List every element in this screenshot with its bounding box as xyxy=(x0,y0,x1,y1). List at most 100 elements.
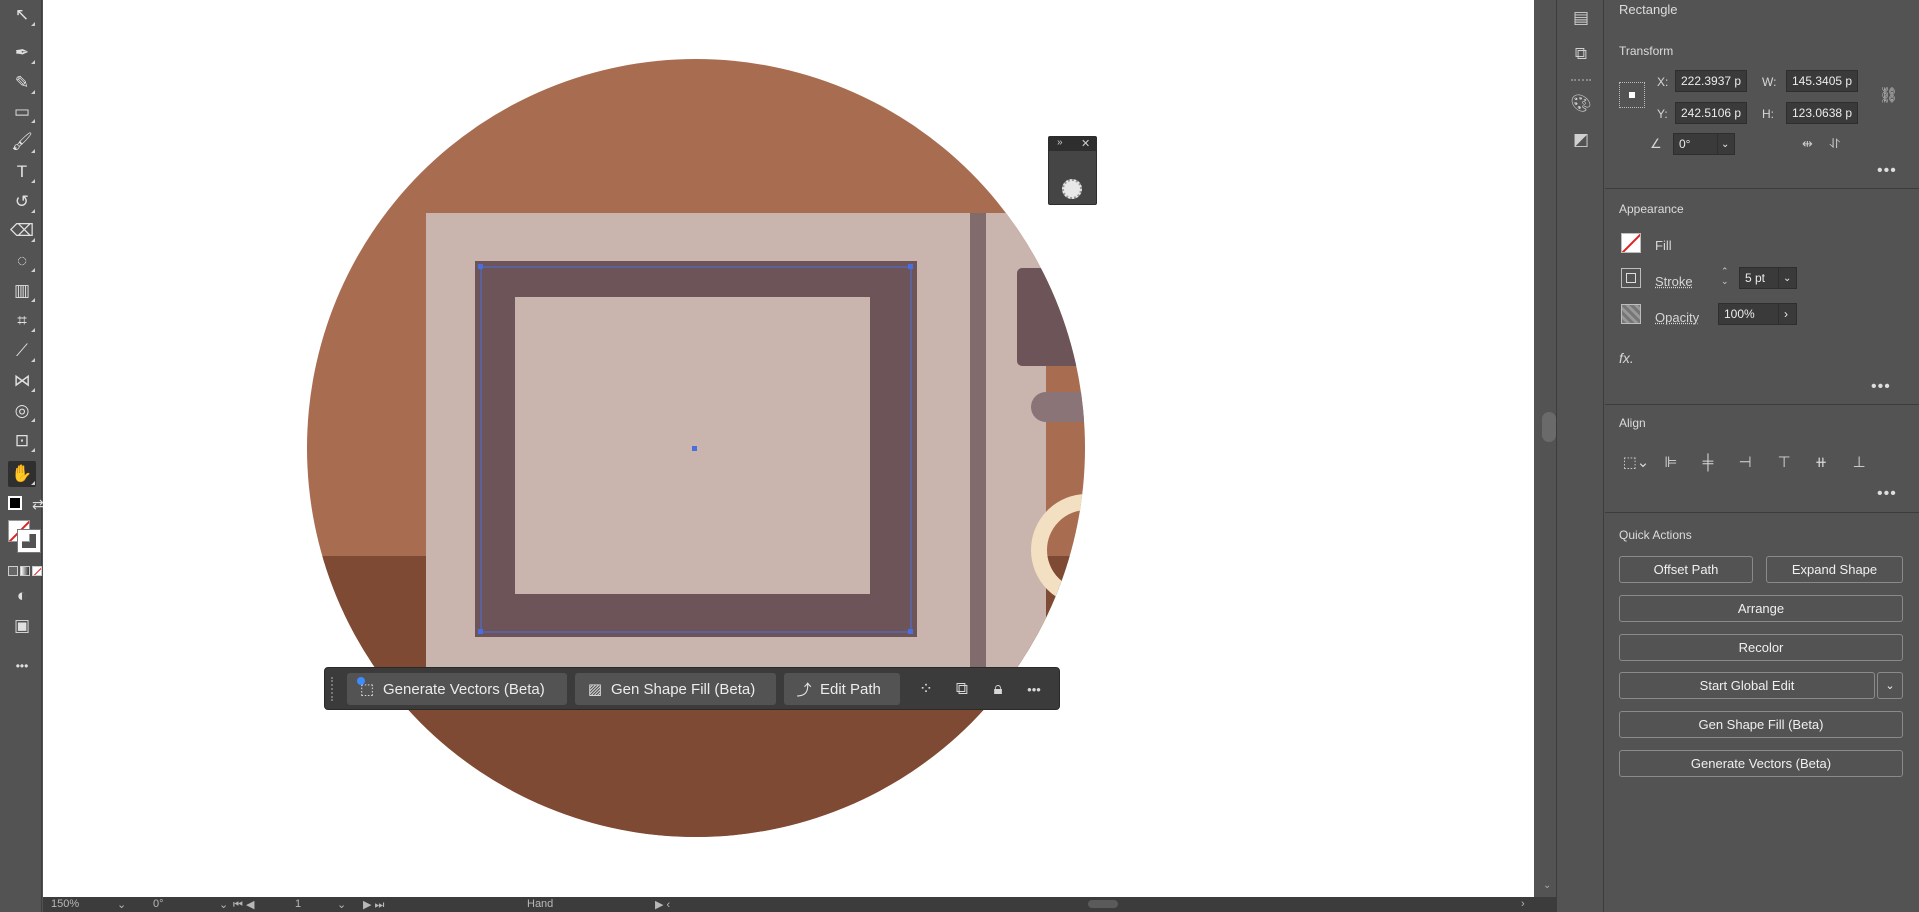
align-bottom-icon[interactable]: ⊥ xyxy=(1847,450,1871,474)
scroll-right-icon[interactable]: › xyxy=(1521,898,1525,910)
rotation-dropdown-icon[interactable]: ⌄ xyxy=(219,898,228,911)
horizontal-scroll-thumb[interactable] xyxy=(1088,900,1118,908)
align-more-icon[interactable]: ••• xyxy=(1877,485,1897,503)
generate-vectors-button[interactable]: ⬚ Generate Vectors (Beta) xyxy=(347,673,567,705)
duplicate-icon[interactable]: ⧉ xyxy=(949,676,975,702)
effects-label[interactable]: fx. xyxy=(1619,350,1634,366)
eyedropper-icon[interactable]: ⟋ xyxy=(8,338,36,364)
eraser-icon[interactable]: ⌫ xyxy=(8,218,36,244)
draw-mode-icon[interactable]: ◐ xyxy=(8,583,36,609)
y-field[interactable]: 242.5106 p xyxy=(1675,102,1747,124)
object-type-title: Rectangle xyxy=(1619,2,1678,17)
angle-dropdown-icon[interactable]: ⌄ xyxy=(1717,133,1735,155)
stroke-label[interactable]: Stroke xyxy=(1655,274,1693,289)
reference-point-icon[interactable] xyxy=(1619,82,1645,108)
swap-colors-icon[interactable]: ⇄ xyxy=(32,496,44,513)
generate-vectors-panel-button[interactable]: Generate Vectors (Beta) xyxy=(1619,750,1903,777)
edit-toolbar-button[interactable]: ••• xyxy=(8,653,36,679)
zoom-level[interactable]: 150% xyxy=(51,898,79,910)
slot-shape xyxy=(1031,392,1085,422)
canvas-area[interactable]: ⬚ Generate Vectors (Beta) ▨ Gen Shape Fi… xyxy=(43,0,1566,897)
start-global-edit-button[interactable]: Start Global Edit xyxy=(1619,672,1875,699)
align-right-icon[interactable]: ⊣ xyxy=(1733,450,1757,474)
vertical-scroll-thumb[interactable] xyxy=(1542,412,1556,442)
quick-actions-title: Quick Actions xyxy=(1619,528,1692,542)
color-mode-icon[interactable] xyxy=(8,566,18,576)
flip-vertical-icon[interactable]: ⥯ xyxy=(1830,136,1840,152)
pen-icon[interactable]: ✒ xyxy=(8,40,36,66)
stroke-swatch-panel[interactable] xyxy=(1621,268,1641,288)
paintbrush-icon[interactable]: 🖌 xyxy=(8,129,36,155)
edit-path-button[interactable]: ⤴ Edit Path xyxy=(784,673,900,705)
artboard-number[interactable]: 1 xyxy=(295,898,301,910)
artboard-next-icon[interactable]: ▶ ⏭ xyxy=(363,898,384,912)
constrain-proportions-icon[interactable]: ⛓ xyxy=(1879,86,1898,104)
expand-shape-button[interactable]: Expand Shape xyxy=(1766,556,1903,583)
stroke-dropdown-icon[interactable]: ⌄ xyxy=(1778,267,1797,289)
recolor-button[interactable]: Recolor xyxy=(1619,634,1903,661)
opacity-expand-icon[interactable]: › xyxy=(1778,303,1797,325)
arrange-button[interactable]: Arrange xyxy=(1619,595,1903,622)
rotation-value[interactable]: 0° xyxy=(153,898,164,910)
align-horizontal-center-icon[interactable]: ╪ xyxy=(1696,450,1720,474)
expand-panel-icon[interactable]: » xyxy=(1057,137,1063,148)
fill-swatch-panel[interactable] xyxy=(1621,233,1641,253)
appearance-more-icon[interactable]: ••• xyxy=(1871,378,1891,396)
artboard-nav-icon[interactable]: ⏮ ◀ xyxy=(233,898,254,912)
edit-path-label: Edit Path xyxy=(820,680,881,698)
align-to-selection-icon[interactable]: ⬚⌄ xyxy=(1619,450,1653,474)
more-options-icon[interactable]: ••• xyxy=(1021,676,1047,702)
w-field[interactable]: 145.3405 p xyxy=(1786,70,1858,92)
default-colors-icon[interactable] xyxy=(8,496,22,510)
drag-handle[interactable] xyxy=(331,677,335,701)
mesh-icon[interactable]: ⌗ xyxy=(8,308,36,334)
shape-builder-icon[interactable]: ◎ xyxy=(8,398,36,424)
hand-icon[interactable]: ✋ xyxy=(8,461,36,487)
screen-mode-icon[interactable]: ▣ xyxy=(8,613,36,639)
divider-bar xyxy=(970,213,986,683)
rectangle-icon[interactable]: ▭ xyxy=(8,99,36,125)
artboard[interactable]: ⬚ Generate Vectors (Beta) ▨ Gen Shape Fi… xyxy=(43,0,1534,897)
blend-icon[interactable]: ⋈ xyxy=(8,368,36,394)
curvature-icon[interactable]: ✎ xyxy=(8,70,36,96)
lock-icon[interactable]: 🔒︎ xyxy=(985,676,1011,702)
type-icon[interactable]: T xyxy=(8,159,36,185)
artwork[interactable] xyxy=(43,0,1534,897)
status-bar: 150% ⌄ 0° ⌄ ⏮ ◀ 1 ⌄ ▶ ⏭ Hand ▶ ‹ › xyxy=(43,897,1566,912)
none-mode-icon[interactable] xyxy=(32,566,42,576)
direct-selection-icon[interactable]: ↖ xyxy=(8,2,36,28)
fill-label[interactable]: Fill xyxy=(1655,238,1672,253)
gradient-mode-icon[interactable] xyxy=(20,566,30,576)
h-field[interactable]: 123.0638 p xyxy=(1786,102,1858,124)
artboard-icon[interactable]: ⊡ xyxy=(8,428,36,454)
align-panel-icon[interactable]: ▤ xyxy=(1569,6,1593,30)
color-palette-icon[interactable]: 🎨︎ xyxy=(1569,92,1593,116)
stroke-swatch[interactable] xyxy=(17,529,41,553)
x-field[interactable]: 222.3937 p xyxy=(1675,70,1747,92)
artboard-dropdown-icon[interactable]: ⌄ xyxy=(337,898,346,911)
gradient-panel-icon[interactable]: ◩ xyxy=(1569,128,1593,152)
rotate-icon[interactable]: ↺ xyxy=(8,189,36,215)
center-point xyxy=(692,446,697,451)
stroke-stepper-icon[interactable]: ⌃ ⌄ xyxy=(1721,266,1729,286)
lasso-icon[interactable]: ◌ xyxy=(8,248,36,274)
close-panel-icon[interactable]: ✕ xyxy=(1081,137,1090,150)
pathfinder-icon[interactable]: ⧉ xyxy=(1569,42,1593,66)
opacity-label[interactable]: Opacity xyxy=(1655,310,1699,325)
gen-shape-fill-panel-button[interactable]: Gen Shape Fill (Beta) xyxy=(1619,711,1903,738)
align-vertical-center-icon[interactable]: ⧺ xyxy=(1809,450,1833,474)
zoom-dropdown-icon[interactable]: ⌄ xyxy=(117,898,126,911)
brightness-icon[interactable] xyxy=(1062,179,1082,199)
offset-path-button[interactable]: Offset Path xyxy=(1619,556,1753,583)
gradient-icon[interactable]: ▥ xyxy=(8,278,36,304)
status-menu-icon[interactable]: ▶ ‹ xyxy=(655,898,670,911)
gen-shape-fill-button[interactable]: ▨ Gen Shape Fill (Beta) xyxy=(575,673,776,705)
align-left-icon[interactable]: ⊫ xyxy=(1659,450,1683,474)
align-top-icon[interactable]: ⊤ xyxy=(1772,450,1796,474)
scroll-down-icon[interactable]: ⌄ xyxy=(1543,880,1551,891)
transform-points-icon[interactable]: ⁘ xyxy=(913,676,939,702)
transform-more-icon[interactable]: ••• xyxy=(1877,162,1897,180)
flip-horizontal-icon[interactable]: ⇹ xyxy=(1802,136,1813,152)
global-edit-dropdown-icon[interactable]: ⌄ xyxy=(1877,672,1903,699)
handle-top-left xyxy=(478,264,483,269)
